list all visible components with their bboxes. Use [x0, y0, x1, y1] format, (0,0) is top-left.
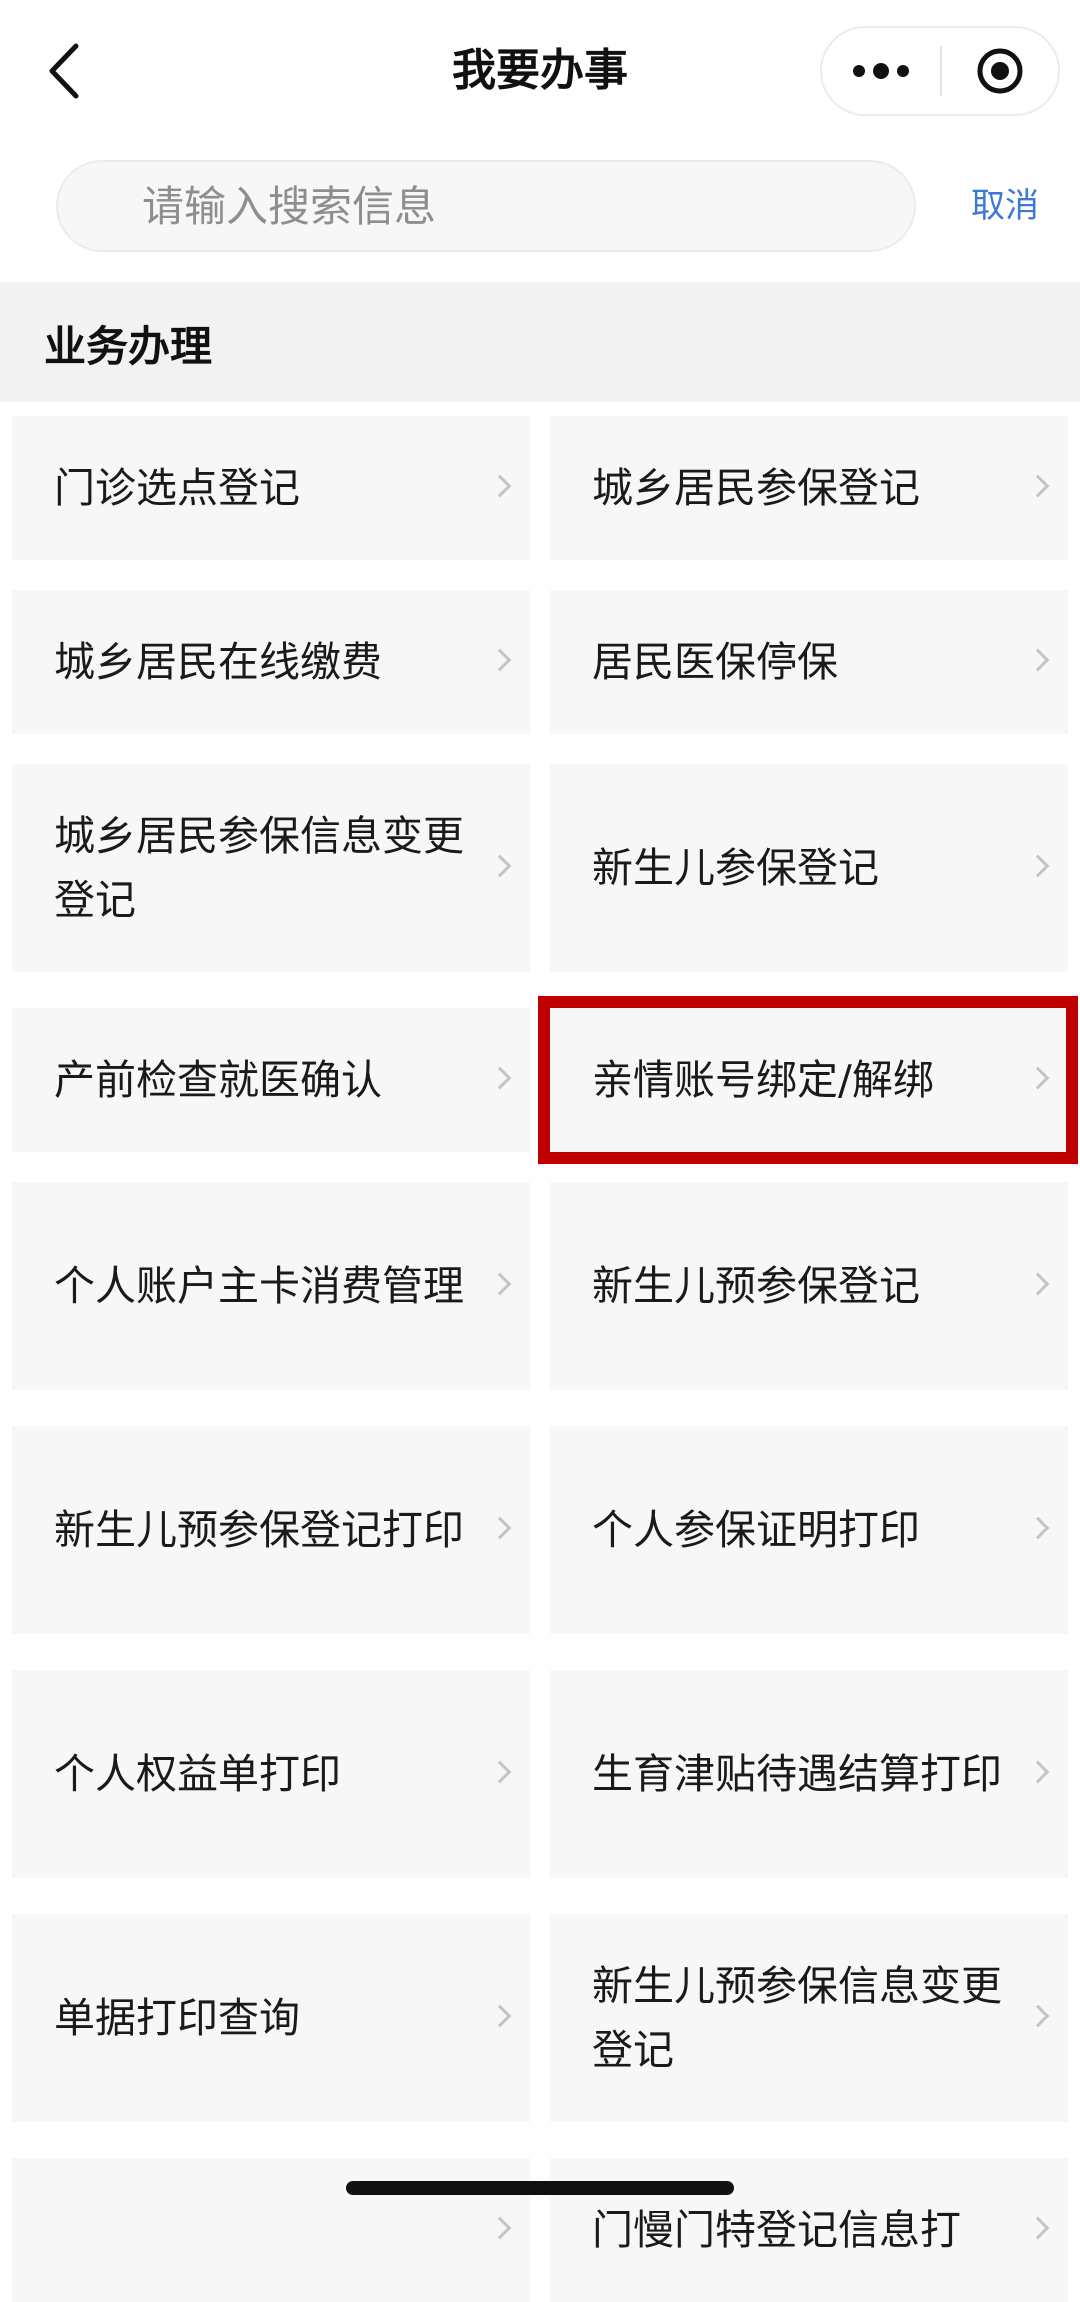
service-item-label: 城乡居民参保登记 — [592, 464, 920, 512]
service-item-label: 新生儿预参保登记 — [592, 1262, 920, 1310]
chevron-right-icon — [488, 1516, 512, 1540]
chevron-right-icon — [488, 1760, 512, 1784]
chevron-right-icon — [488, 1272, 512, 1296]
service-item[interactable]: 亲情账号绑定/解绑 — [550, 1008, 1068, 1152]
service-item-label: 城乡居民参保信息变更登记 — [54, 812, 464, 924]
service-item-label: 城乡居民在线缴费 — [54, 638, 382, 686]
chevron-right-icon — [1026, 648, 1050, 672]
service-item-label: 单据打印查询 — [54, 1994, 300, 2042]
section-title: 业务办理 — [44, 322, 213, 371]
search-input[interactable] — [142, 162, 882, 250]
chevron-right-icon — [1026, 2004, 1050, 2028]
service-item[interactable]: 新生儿预参保登记 — [550, 1182, 1068, 1390]
service-item-label — [54, 2158, 484, 2302]
service-item-label: 个人权益单打印 — [54, 1750, 341, 1798]
chevron-right-icon — [488, 648, 512, 672]
service-item-label: 居民医保停保 — [592, 638, 838, 686]
service-item-label: 新生儿预参保登记打印 — [54, 1506, 464, 1554]
service-list: 门诊选点登记 城乡居民参保登记城乡居民在线缴费 居民医保停保城乡居民参保信息变更登记… — [0, 402, 1080, 2302]
service-item-label: 个人账户主卡消费管理 — [54, 1262, 464, 1310]
service-item-label: 新生儿参保登记 — [592, 844, 879, 892]
service-item[interactable]: 城乡居民参保信息变更登记 — [12, 764, 530, 972]
chevron-right-icon — [488, 2216, 512, 2240]
service-item-label: 亲情账号绑定/解绑 — [592, 1056, 934, 1104]
chevron-right-icon — [488, 1066, 512, 1090]
home-indicator — [346, 2181, 734, 2195]
close-button[interactable] — [942, 28, 1058, 114]
service-item-label: 门诊选点登记 — [54, 464, 300, 512]
service-item[interactable]: 新生儿预参保信息变更登记 — [550, 1914, 1068, 2122]
service-item-label: 生育津贴待遇结算打印 — [592, 1750, 1002, 1798]
chevron-left-icon — [49, 43, 79, 99]
search-box[interactable] — [56, 160, 916, 252]
service-item[interactable]: 个人参保证明打印 — [550, 1426, 1068, 1634]
search-bar: 取消 — [0, 142, 1080, 282]
service-item[interactable]: 个人账户主卡消费管理 — [12, 1182, 530, 1390]
cancel-button[interactable]: 取消 — [950, 160, 1060, 252]
service-item-label: 产前检查就医确认 — [54, 1056, 382, 1104]
service-item[interactable]: 城乡居民在线缴费 — [12, 590, 530, 734]
service-item[interactable] — [12, 2158, 530, 2302]
service-item[interactable]: 新生儿参保登记 — [550, 764, 1068, 972]
chevron-right-icon — [1026, 1066, 1050, 1090]
service-item[interactable]: 个人权益单打印 — [12, 1670, 530, 1878]
target-close-icon — [977, 48, 1023, 94]
back-button[interactable] — [34, 36, 94, 106]
service-item[interactable]: 生育津贴待遇结算打印 — [550, 1670, 1068, 1878]
more-button[interactable] — [822, 28, 940, 114]
service-item[interactable]: 单据打印查询 — [12, 1914, 530, 2122]
chevron-right-icon — [1026, 474, 1050, 498]
nav-bar: 我要办事 — [0, 0, 1080, 142]
mini-program-capsule — [820, 26, 1060, 116]
chevron-right-icon — [488, 854, 512, 878]
chevron-right-icon — [1026, 2216, 1050, 2240]
service-item-label: 新生儿预参保信息变更登记 — [592, 1962, 1002, 2074]
more-dots-icon — [853, 63, 909, 79]
service-item-label: 门慢门特登记信息打 — [592, 2206, 961, 2254]
service-item[interactable]: 产前检查就医确认 — [12, 1008, 530, 1152]
service-item[interactable]: 门慢门特登记信息打 — [550, 2158, 1068, 2302]
chevron-right-icon — [1026, 1516, 1050, 1540]
service-item[interactable]: 居民医保停保 — [550, 590, 1068, 734]
chevron-right-icon — [488, 2004, 512, 2028]
service-item[interactable]: 城乡居民参保登记 — [550, 416, 1068, 560]
chevron-right-icon — [1026, 1760, 1050, 1784]
service-item-label: 个人参保证明打印 — [592, 1506, 920, 1554]
service-item[interactable]: 门诊选点登记 — [12, 416, 530, 560]
service-item[interactable]: 新生儿预参保登记打印 — [12, 1426, 530, 1634]
chevron-right-icon — [488, 474, 512, 498]
chevron-right-icon — [1026, 854, 1050, 878]
chevron-right-icon — [1026, 1272, 1050, 1296]
